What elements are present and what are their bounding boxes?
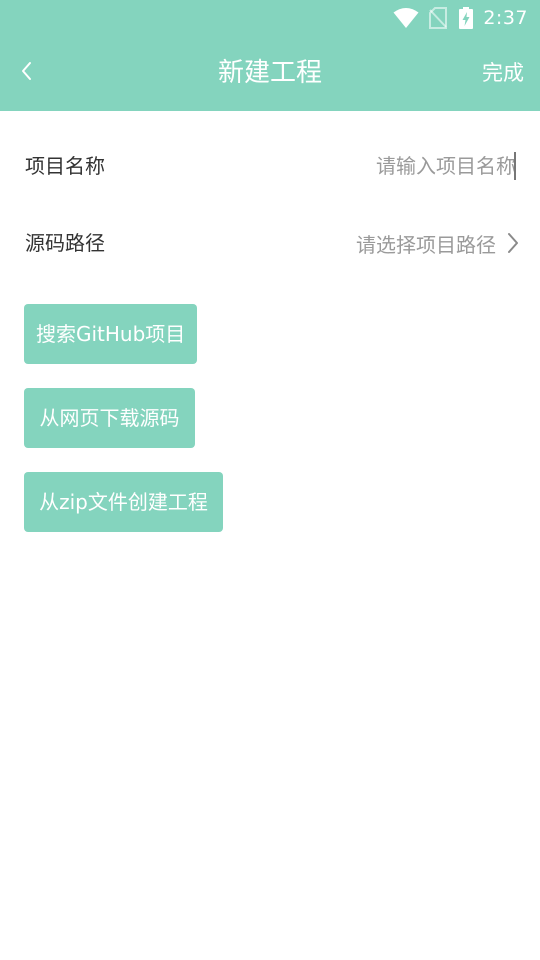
create-from-zip-button[interactable]: 从zip文件创建工程	[24, 472, 223, 532]
status-icons: 2:37	[393, 4, 528, 32]
source-path-select[interactable]: 请选择项目路径	[356, 205, 520, 281]
status-time: 2:37	[483, 7, 528, 29]
text-cursor	[514, 152, 516, 180]
back-button[interactable]	[12, 58, 42, 88]
no-sim-icon	[429, 7, 448, 29]
project-name-input[interactable]	[236, 146, 516, 186]
app-bar: 新建工程 完成	[0, 36, 540, 111]
source-path-label: 源码路径	[25, 231, 105, 255]
wifi-icon	[393, 7, 419, 29]
project-name-row: 项目名称	[0, 128, 540, 204]
done-button[interactable]: 完成	[482, 36, 524, 111]
status-bar: 2:37	[0, 0, 540, 36]
source-path-placeholder: 请选择项目路径	[356, 232, 496, 257]
source-path-row[interactable]: 源码路径 请选择项目路径	[0, 205, 540, 281]
download-from-web-button[interactable]: 从网页下载源码	[24, 388, 195, 448]
page-title: 新建工程	[217, 58, 322, 88]
chevron-left-icon	[20, 60, 34, 86]
project-name-label: 项目名称	[25, 154, 105, 178]
screen: 2:37 新建工程 完成 项目名称 源码路径 请选择项目路径	[0, 0, 540, 960]
battery-charging-icon	[459, 7, 474, 29]
top-bar: 2:37 新建工程 完成	[0, 0, 540, 111]
chevron-right-icon	[506, 231, 520, 255]
search-github-button[interactable]: 搜索GitHub项目	[24, 304, 197, 364]
